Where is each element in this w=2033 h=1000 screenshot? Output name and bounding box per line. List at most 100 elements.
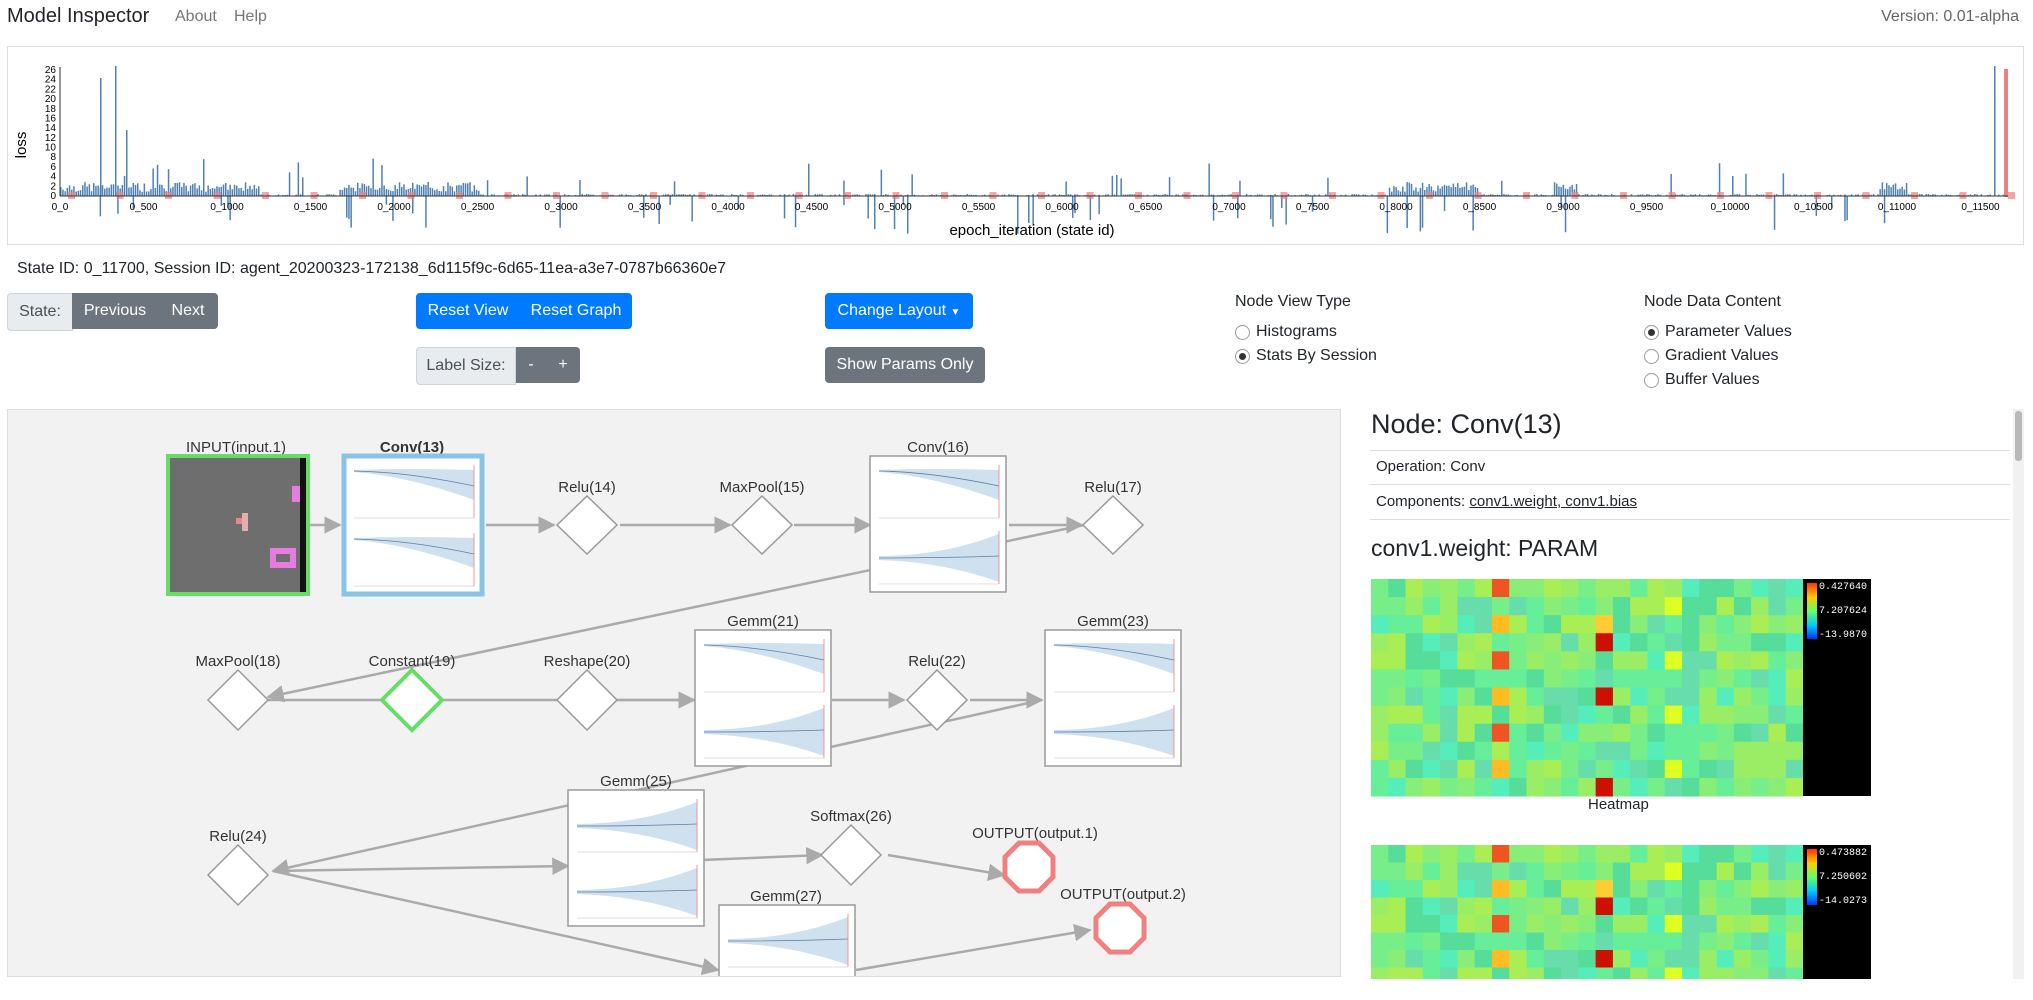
graph-node-conv13[interactable]: Conv(13)	[341, 439, 485, 597]
reset-view-button[interactable]: Reset View	[416, 293, 520, 329]
graph-node-maxpool15[interactable]: MaxPool(15)	[719, 479, 805, 556]
loss-bar	[161, 184, 163, 196]
loss-chart[interactable]: loss 26 24 22 20 18 16 14 12 10 8 6 4 2 0 0_0 0_500 0_1…	[7, 46, 2024, 245]
radio-histograms-circle[interactable]	[1235, 324, 1250, 340]
loss-x-tick: 0_2000	[377, 202, 411, 213]
heatmap-cell	[1664, 687, 1683, 707]
radio-buffer-values-circle[interactable]	[1644, 372, 1659, 388]
heatmap-cell	[1768, 669, 1787, 688]
radio-stats-by-session-label: Stats By Session	[1256, 347, 1377, 364]
heatmap-cell	[1561, 880, 1579, 898]
loss-bar	[110, 184, 113, 196]
loss-bar	[350, 187, 352, 196]
loss-x-tick: 0_3500	[628, 202, 662, 213]
loss-bar	[425, 196, 427, 228]
loss-chart-svg[interactable]: loss 26242220181614121086420 0_0 0_500 0_1…	[8, 47, 2023, 244]
graph-node-relu17[interactable]: Relu(17)	[1081, 479, 1145, 556]
loss-bar	[233, 184, 236, 196]
label-size-minus-button[interactable]: -	[516, 347, 546, 383]
radio-gradient-values-label: Gradient Values	[1665, 347, 1779, 364]
loss-bar	[93, 183, 95, 196]
graph-node-output1[interactable]: OUTPUT(output.1)	[972, 825, 1098, 894]
components-link[interactable]: conv1.weight, conv1.bias	[1469, 493, 1637, 510]
heatmap-cell	[1578, 950, 1597, 968]
loss-bar	[205, 191, 207, 196]
node-label-gemm27: Gemm(27)	[750, 888, 822, 905]
loss-bar	[101, 185, 104, 196]
heatmap-cell	[1491, 633, 1510, 652]
radio-parameter-values[interactable]: Parameter Values	[1644, 323, 1792, 341]
heatmap-cell	[1768, 687, 1787, 707]
heatmap-cell	[1785, 897, 1804, 916]
graph-node-output2[interactable]: OUTPUT(output.2)	[1060, 886, 1186, 955]
loss-bar	[104, 188, 106, 196]
loss-bar	[1410, 183, 1413, 196]
heatmap-1[interactable]: 0.427640 7.207624 -13.9870	[1371, 579, 1871, 802]
graph-node-gemm27[interactable]: Gemm(27)	[718, 888, 856, 976]
node-label-gemm25: Gemm(25)	[600, 773, 672, 790]
reset-graph-button[interactable]: Reset Graph	[520, 293, 632, 329]
loss-bar	[139, 190, 141, 196]
radio-stats-by-session-circle[interactable]	[1235, 348, 1250, 364]
next-button[interactable]: Next	[158, 293, 218, 329]
node-label-output1: OUTPUT(output.1)	[972, 825, 1098, 842]
brand-title[interactable]: Model Inspector	[7, 5, 149, 28]
radio-stats-by-session[interactable]: Stats By Session	[1235, 347, 1377, 365]
heatmap-cell	[1716, 777, 1735, 797]
heatmap-cell	[1682, 932, 1700, 951]
radio-buffer-values[interactable]: Buffer Values	[1644, 371, 1760, 389]
heatmap-cell	[1440, 932, 1458, 951]
heatmap-cell	[1682, 651, 1700, 670]
previous-button[interactable]: Previous	[72, 293, 158, 329]
heatmap-cell	[1405, 932, 1424, 951]
heatmap-cell	[1440, 669, 1458, 688]
heatmap-cell	[1526, 669, 1545, 688]
panel-scrollbar[interactable]	[2013, 409, 2024, 979]
loss-x-tick: 0_5500	[962, 202, 996, 213]
heatmap-cell	[1768, 723, 1787, 743]
heatmap-cell	[1612, 759, 1631, 779]
heatmap-2[interactable]: 0.473882 7.250602 -14.0273	[1371, 845, 1871, 979]
graph-node-input[interactable]: INPUT(input.1)	[166, 439, 310, 596]
graph-node-relu24[interactable]: Relu(24)	[206, 828, 270, 907]
heatmap-cell	[1699, 669, 1718, 688]
graph-node-gemm21[interactable]: Gemm(21)	[694, 613, 832, 767]
heatmap-cell	[1630, 950, 1648, 968]
graph-node-maxpool18[interactable]: MaxPool(18)	[195, 653, 281, 732]
graph-node-gemm23[interactable]: Gemm(23)	[1044, 613, 1182, 767]
radio-histograms[interactable]: Histograms	[1235, 323, 1337, 341]
loss-bar	[132, 183, 135, 196]
nav-link-help[interactable]: Help	[234, 8, 267, 26]
radio-gradient-values-circle[interactable]	[1644, 348, 1659, 364]
panel-scrollbar-thumb[interactable]	[2015, 411, 2022, 461]
label-size-plus-button[interactable]: +	[546, 347, 580, 383]
loss-bar	[1892, 184, 1895, 196]
heatmap-cell	[1682, 687, 1700, 707]
heatmap-cell	[1388, 862, 1407, 881]
show-params-only-button[interactable]: Show Params Only	[825, 347, 985, 383]
loss-bar	[1468, 190, 1470, 196]
heatmap-cell	[1457, 579, 1476, 598]
node-details-panel[interactable]: Node: Conv(13) Operation: Conv Component…	[1370, 409, 2018, 979]
graph-node-gemm25[interactable]: Gemm(25)	[567, 773, 705, 927]
graph-node-constant19[interactable]: Constant(19)	[369, 653, 456, 733]
loss-x-tick: 0_7500	[1296, 202, 1330, 213]
model-graph-canvas[interactable]: INPUT(input.1) Conv(13) Relu(14) MaxPool…	[7, 409, 1341, 977]
heatmap-cell	[1612, 579, 1631, 598]
graph-node-conv16[interactable]: Conv(16)	[869, 439, 1007, 593]
radio-parameter-values-circle[interactable]	[1644, 324, 1659, 340]
graph-node-relu14[interactable]: Relu(14)	[555, 479, 619, 556]
change-layout-button[interactable]: Change Layout ▼	[825, 293, 973, 329]
radio-gradient-values[interactable]: Gradient Values	[1644, 347, 1779, 365]
heatmap-cell	[1630, 759, 1648, 779]
heatmap-cell	[1612, 615, 1631, 634]
heatmap-cell	[1526, 633, 1545, 652]
heatmap-cell	[1682, 723, 1700, 743]
model-graph-svg[interactable]: INPUT(input.1) Conv(13) Relu(14) MaxPool…	[8, 410, 1340, 976]
heatmap-cell	[1388, 845, 1407, 863]
graph-node-reshape20[interactable]: Reshape(20)	[544, 653, 631, 732]
loss-bar	[249, 185, 251, 196]
nav-link-about[interactable]: About	[175, 8, 217, 26]
graph-node-softmax26[interactable]: Softmax(26)	[810, 808, 892, 887]
node-label-relu22: Relu(22)	[908, 653, 966, 670]
